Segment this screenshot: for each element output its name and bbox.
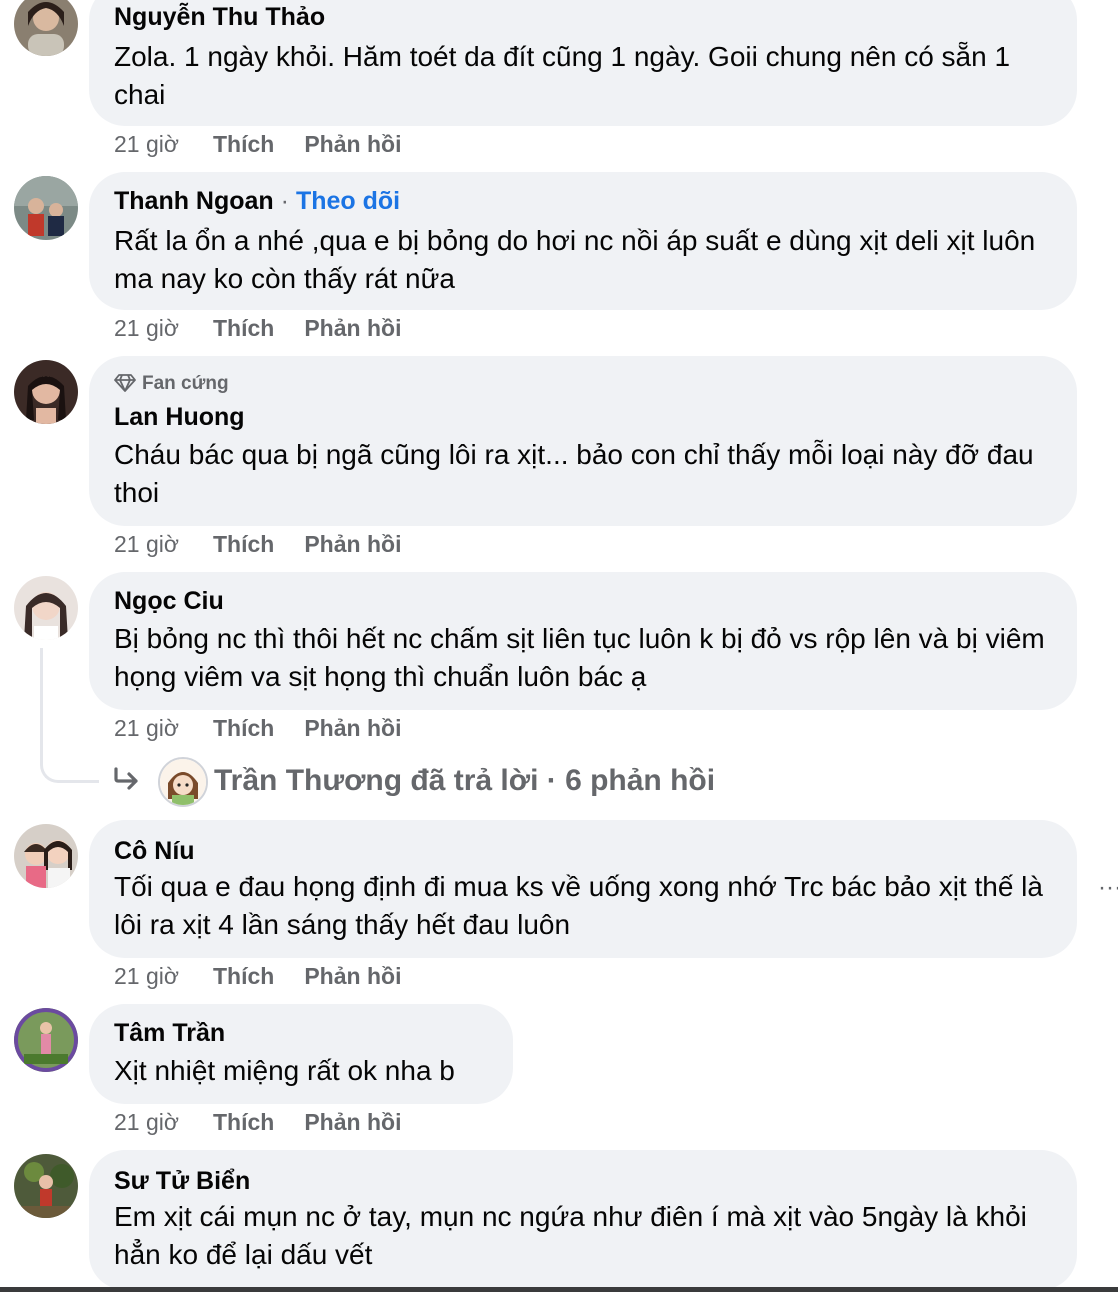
avatar[interactable] <box>14 1154 78 1218</box>
comment-time[interactable]: 21 giờ <box>114 1108 213 1136</box>
reply-button[interactable]: Phản hồi <box>304 130 401 158</box>
bottom-edge-bar <box>0 1287 1118 1292</box>
more-options-icon[interactable]: ··· <box>1098 876 1118 900</box>
like-button[interactable]: Thích <box>213 714 274 742</box>
like-button[interactable]: Thích <box>213 530 274 558</box>
avatar[interactable] <box>14 0 78 56</box>
like-button[interactable]: Thích <box>213 1108 274 1136</box>
reply-button[interactable]: Phản hồi <box>304 1108 401 1136</box>
comment-author[interactable]: Ngọc Ciu <box>114 586 224 616</box>
comment-bubble: Thanh Ngoan · Theo dõi Rất la ổn a nhé ,… <box>89 172 1077 310</box>
comment-time[interactable]: 21 giờ <box>114 130 213 158</box>
comment-author[interactable]: Lan Huong <box>114 402 245 432</box>
comment-author[interactable]: Tâm Trần <box>114 1018 225 1048</box>
comment-actions: 21 giờ Thích Phản hồi <box>114 314 431 342</box>
comment-bubble: Nguyễn Thu Thảo Zola. 1 ngày khỏi. Hăm t… <box>89 0 1077 126</box>
view-replies-link[interactable]: Trần Thương đã trả lời · 6 phản hồi <box>112 756 716 808</box>
comment-author[interactable]: Sư Tử Biển <box>114 1166 250 1196</box>
comment-time[interactable]: 21 giờ <box>114 714 213 742</box>
comment-actions: 21 giờ Thích Phản hồi <box>114 530 431 558</box>
like-button[interactable]: Thích <box>213 962 274 990</box>
separator-dot: · <box>280 187 289 215</box>
comment-bubble: Sư Tử Biển Em xịt cái mụn nc ở tay, mụn … <box>89 1150 1077 1290</box>
reply-button[interactable]: Phản hồi <box>304 314 401 342</box>
comment-actions: 21 giờ Thích Phản hồi <box>114 714 431 742</box>
reply-button[interactable]: Phản hồi <box>304 962 401 990</box>
reply-arrow-icon <box>112 757 148 807</box>
comment-text: Rất la ổn a nhé ,qua e bị bỏng do hơi nc… <box>114 225 1036 294</box>
thread-connector-line <box>40 648 99 783</box>
avatar[interactable] <box>14 176 78 240</box>
comment-text: Zola. 1 ngày khỏi. Hăm toét da đít cũng … <box>114 41 1011 110</box>
reply-button[interactable]: Phản hồi <box>304 530 401 558</box>
comments-feed: Nguyễn Thu Thảo Zola. 1 ngày khỏi. Hăm t… <box>0 0 1118 1292</box>
comment-time[interactable]: 21 giờ <box>114 530 213 558</box>
comment-text: Cháu bác qua bị ngã cũng lôi ra xịt... b… <box>114 439 1034 508</box>
avatar[interactable] <box>14 576 78 640</box>
replier-avatar <box>158 757 208 808</box>
comment-actions: 21 giờ Thích Phản hồi <box>114 1108 431 1136</box>
comment-text: Em xịt cái mụn nc ở tay, mụn nc ngứa như… <box>114 1201 1027 1270</box>
follow-button[interactable]: Theo dõi <box>296 187 400 215</box>
comment-author[interactable]: Cô Níu <box>114 836 195 866</box>
comment-bubble: Fan cứng Lan Huong Cháu bác qua bị ngã c… <box>89 356 1077 526</box>
avatar[interactable] <box>14 1008 78 1072</box>
reply-button[interactable]: Phản hồi <box>304 714 401 742</box>
like-button[interactable]: Thích <box>213 314 274 342</box>
replies-summary: Trần Thương đã trả lời · 6 phản hồi <box>214 764 716 797</box>
avatar[interactable] <box>14 824 78 888</box>
comment-time[interactable]: 21 giờ <box>114 962 213 990</box>
comment-bubble: Ngọc Ciu Bị bỏng nc thì thôi hết nc chấm… <box>89 572 1077 710</box>
comment-author[interactable]: Nguyễn Thu Thảo <box>114 2 325 32</box>
comment-text: Xịt nhiệt miệng rất ok nha b <box>114 1055 455 1086</box>
fan-badge: Fan cứng <box>114 372 229 396</box>
comment-bubble: Cô Níu Tối qua e đau họng định đi mua ks… <box>89 820 1077 958</box>
fan-badge-label: Fan cứng <box>142 373 229 394</box>
like-button[interactable]: Thích <box>213 130 274 158</box>
comment-time[interactable]: 21 giờ <box>114 314 213 342</box>
comment-text: Bị bỏng nc thì thôi hết nc chấm sịt liên… <box>114 623 1045 692</box>
diamond-icon <box>114 374 136 392</box>
comment-text: Tối qua e đau họng định đi mua ks về uốn… <box>114 871 1043 940</box>
comment-actions: 21 giờ Thích Phản hồi <box>114 962 431 990</box>
comment-author-row: Thanh Ngoan · Theo dõi <box>114 186 400 216</box>
comment-actions: 21 giờ Thích Phản hồi <box>114 130 431 158</box>
avatar[interactable] <box>14 360 78 424</box>
comment-author[interactable]: Thanh Ngoan <box>114 187 274 215</box>
comment-bubble: Tâm Trần Xịt nhiệt miệng rất ok nha b <box>89 1004 513 1104</box>
